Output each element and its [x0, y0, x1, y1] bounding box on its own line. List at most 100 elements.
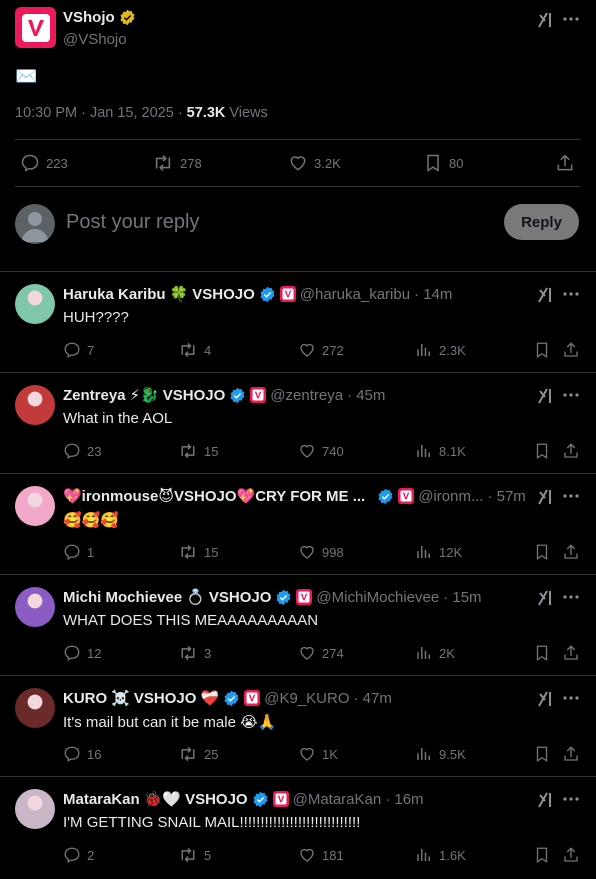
more-icon[interactable]: [562, 487, 580, 505]
grok-icon[interactable]: [536, 487, 556, 507]
repost-stat[interactable]: 4: [178, 341, 211, 359]
vshojo-affiliate-badge[interactable]: [279, 286, 296, 302]
user-avatar[interactable]: [15, 204, 55, 244]
reply-author-handle[interactable]: @K9_KURO: [264, 690, 349, 707]
reply-author-name[interactable]: MataraKan: [63, 791, 140, 808]
bookmark-stat[interactable]: [533, 846, 551, 864]
grok-icon[interactable]: [536, 689, 556, 709]
reply-item[interactable]: KURO ☠️ VSHOJO ❤️‍🩹 @K9_KURO · 47m It's …: [0, 675, 596, 776]
reply-author-name[interactable]: KURO: [63, 690, 107, 707]
repost-stat[interactable]: 5: [178, 846, 211, 864]
repost-stat[interactable]: 278: [152, 153, 202, 173]
vshojo-affiliate-badge[interactable]: [398, 488, 415, 504]
reply-input[interactable]: Post your reply: [66, 211, 199, 234]
reply-author-handle[interactable]: @MataraKan: [293, 791, 382, 808]
reply-item[interactable]: MataraKan 🐞🤍 VSHOJO @MataraKan · 16m I'M…: [0, 776, 596, 877]
reply-item[interactable]: 💖ironmouse😈VSHOJO💖CRY FOR ME ... @ironm.…: [0, 473, 596, 574]
post-time[interactable]: 10:30 PM · Jan 15, 2025 ·: [15, 105, 183, 121]
reply-time[interactable]: · 57m: [487, 488, 525, 505]
reply-avatar[interactable]: [15, 486, 55, 526]
reply-author-name[interactable]: Michi Mochievee: [63, 589, 182, 606]
vshojo-avatar[interactable]: [15, 7, 56, 48]
grok-icon[interactable]: [536, 386, 556, 406]
views-stat[interactable]: 12K: [415, 543, 462, 561]
share-stat[interactable]: [562, 341, 580, 359]
like-stat[interactable]: 274: [298, 644, 344, 662]
bookmark-stat[interactable]: [533, 543, 551, 561]
reply-time[interactable]: · 15m: [443, 589, 481, 606]
like-stat[interactable]: 1K: [298, 745, 338, 763]
reply-time[interactable]: · 45m: [347, 387, 385, 404]
more-icon[interactable]: [562, 386, 580, 404]
more-icon[interactable]: [562, 689, 580, 707]
more-icon[interactable]: [562, 588, 580, 606]
reply-button[interactable]: Reply: [504, 204, 579, 240]
reply-author-handle[interactable]: @MichiMochievee: [316, 589, 439, 606]
reply-stat[interactable]: 16: [63, 745, 101, 763]
more-icon[interactable]: [562, 285, 580, 303]
views-stat[interactable]: 9.5K: [415, 745, 466, 763]
bookmark-stat[interactable]: [533, 341, 551, 359]
views-stat[interactable]: 1.6K: [415, 846, 466, 864]
reply-stat[interactable]: 12: [63, 644, 101, 662]
like-stat[interactable]: 3.2K: [288, 153, 341, 173]
share-stat[interactable]: [562, 543, 580, 561]
vshojo-affiliate-badge[interactable]: [244, 690, 261, 706]
like-stat[interactable]: 740: [298, 442, 344, 460]
views-stat[interactable]: 2K: [415, 644, 455, 662]
share-stat[interactable]: [555, 153, 575, 173]
vshojo-affiliate-badge[interactable]: [272, 791, 289, 807]
reply-time[interactable]: · 47m: [354, 690, 392, 707]
grok-icon[interactable]: [536, 10, 556, 30]
repost-stat[interactable]: 25: [178, 745, 218, 763]
repost-stat[interactable]: 15: [178, 442, 218, 460]
reply-author-handle[interactable]: @zentreya: [270, 387, 343, 404]
reply-avatar[interactable]: [15, 284, 55, 324]
repost-stat[interactable]: 15: [178, 543, 218, 561]
views-stat[interactable]: 8.1K: [415, 442, 466, 460]
vshojo-affiliate-badge[interactable]: [296, 589, 313, 605]
more-icon[interactable]: [562, 10, 580, 28]
reply-author-name[interactable]: Haruka Karibu: [63, 286, 166, 303]
reply-stat[interactable]: 7: [63, 341, 94, 359]
vshojo-affiliate-badge[interactable]: [250, 387, 267, 403]
bookmark-stat[interactable]: [533, 745, 551, 763]
bookmark-stat[interactable]: [533, 442, 551, 460]
author-name[interactable]: VShojo: [63, 9, 136, 26]
reply-stat[interactable]: 1: [63, 543, 94, 561]
author-handle[interactable]: @VShojo: [63, 31, 127, 48]
reply-actions: 23 15 740 8.1K: [63, 442, 583, 462]
grok-icon[interactable]: [536, 285, 556, 305]
reply-stat[interactable]: 223: [20, 153, 68, 173]
like-stat[interactable]: 998: [298, 543, 344, 561]
reply-author-handle[interactable]: @haruka_karibu: [300, 286, 410, 303]
reply-author-handle[interactable]: @ironm...: [418, 488, 483, 505]
bookmark-stat[interactable]: 80: [423, 153, 463, 173]
reply-item[interactable]: Haruka Karibu 🍀 VSHOJO @haruka_karibu · …: [0, 271, 596, 372]
like-stat[interactable]: 181: [298, 846, 344, 864]
like-stat[interactable]: 272: [298, 341, 344, 359]
repost-stat[interactable]: 3: [178, 644, 211, 662]
reply-avatar[interactable]: [15, 789, 55, 829]
reply-actions: 1 15 998 12K: [63, 543, 583, 563]
reply-time[interactable]: · 14m: [414, 286, 452, 303]
grok-icon[interactable]: [536, 588, 556, 608]
share-stat[interactable]: [562, 644, 580, 662]
reply-item[interactable]: Michi Mochievee 💍 VSHOJO @MichiMochievee…: [0, 574, 596, 675]
reply-stat[interactable]: 23: [63, 442, 101, 460]
reply-stat[interactable]: 2: [63, 846, 94, 864]
reply-author-name[interactable]: 💖ironmouse😈VSHOJO💖CRY FOR ME ...: [63, 487, 365, 505]
reply-author-name[interactable]: Zentreya: [63, 387, 126, 404]
reply-avatar[interactable]: [15, 385, 55, 425]
share-stat[interactable]: [562, 745, 580, 763]
reply-item[interactable]: Zentreya ⚡🐉 VSHOJO @zentreya · 45m What …: [0, 372, 596, 473]
share-stat[interactable]: [562, 442, 580, 460]
bookmark-stat[interactable]: [533, 644, 551, 662]
views-stat[interactable]: 2.3K: [415, 341, 466, 359]
reply-avatar[interactable]: [15, 587, 55, 627]
reply-time[interactable]: · 16m: [385, 791, 423, 808]
share-stat[interactable]: [562, 846, 580, 864]
more-icon[interactable]: [562, 790, 580, 808]
reply-avatar[interactable]: [15, 688, 55, 728]
grok-icon[interactable]: [536, 790, 556, 810]
